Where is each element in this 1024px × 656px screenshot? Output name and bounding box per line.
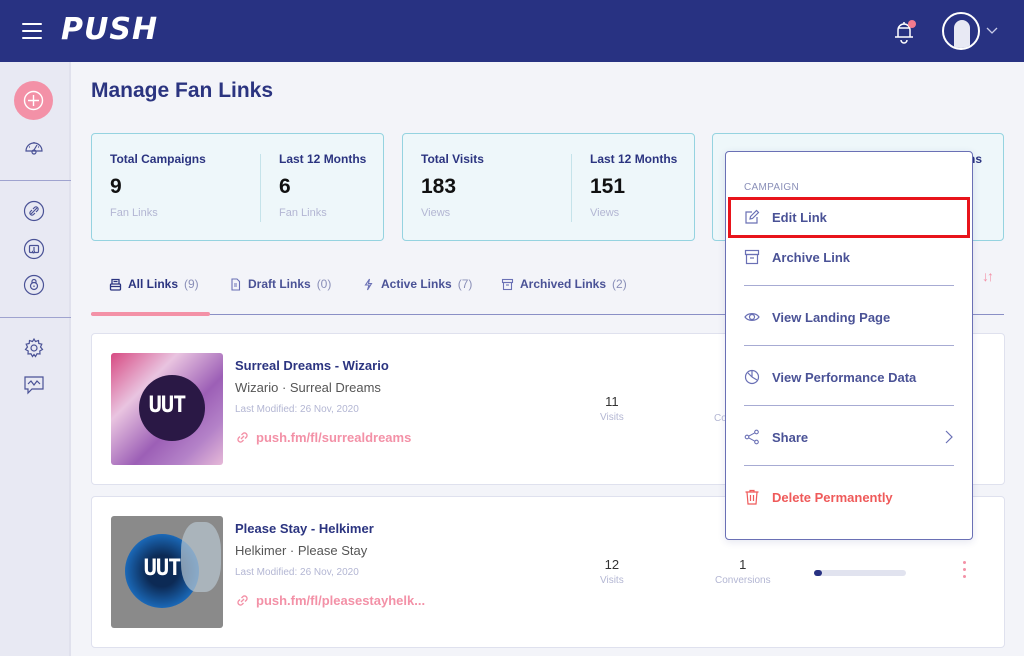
trash-icon: [745, 489, 759, 505]
chevron-right-icon: [945, 430, 953, 444]
edit-icon: [745, 209, 760, 224]
sort-icon[interactable]: ↓↑: [982, 268, 994, 284]
stat-label: Last 12 Months: [279, 152, 367, 166]
menu-item-delete-permanently[interactable]: Delete Permanently: [726, 478, 972, 516]
short-url-link[interactable]: push.fm/fl/surrealdreams: [235, 430, 411, 445]
sidebar: [0, 62, 71, 656]
tab-label: All Links: [128, 277, 179, 291]
conversions-metric: 1 Conversions: [715, 557, 771, 586]
pie-chart-icon: [744, 369, 760, 385]
link-title[interactable]: Surreal Dreams - Wizario: [235, 358, 389, 373]
stat-divider: [260, 154, 261, 222]
link-subtitle: Wizario · Surreal Dreams: [235, 380, 381, 395]
stat-label: Last 12 Months: [590, 152, 678, 166]
stat-unit: Views: [590, 207, 620, 219]
stat-unit: Views: [421, 207, 451, 219]
menu-divider: [744, 285, 954, 286]
link-icon: [237, 595, 248, 606]
link-icon: [237, 432, 248, 443]
tab-count: (0): [316, 277, 332, 291]
visits-metric: 11 Visits: [600, 394, 624, 423]
menu-item-view-performance-data[interactable]: View Performance Data: [726, 358, 972, 396]
inbox-icon: [109, 278, 122, 291]
conversion-rate-fill: [814, 570, 822, 576]
more-options-button[interactable]: [960, 561, 968, 583]
menu-divider: [744, 345, 954, 346]
tab-count: (2): [612, 277, 627, 291]
user-avatar[interactable]: [942, 12, 980, 50]
create-button[interactable]: [14, 81, 53, 120]
menu-divider: [744, 465, 954, 466]
folder-music-icon[interactable]: [23, 238, 45, 260]
notification-badge: [908, 20, 916, 28]
tab-label: Draft Links: [248, 277, 311, 291]
tab-active-links[interactable]: Active Links (7): [362, 277, 472, 291]
tab-label: Active Links: [381, 277, 452, 291]
album-cover-image: UUT: [111, 353, 223, 465]
tab-archived-links[interactable]: Archived Links (2): [501, 277, 627, 291]
settings-gear-icon[interactable]: [23, 337, 45, 359]
campaign-context-menu: CAMPAIGN Edit Link Archive Link View Lan…: [725, 151, 973, 540]
active-tab-indicator: [91, 312, 210, 316]
menu-divider: [744, 405, 954, 406]
tab-draft-links[interactable]: Draft Links (0): [229, 277, 331, 291]
menu-item-archive-link[interactable]: Archive Link: [726, 238, 972, 276]
tab-count: (7): [457, 277, 473, 291]
tab-count: (9): [184, 277, 199, 291]
link-icon[interactable]: [23, 200, 45, 222]
menu-section-header: CAMPAIGN: [744, 182, 799, 193]
eye-icon: [744, 313, 760, 321]
stat-label: Total Visits: [421, 152, 484, 166]
lock-icon[interactable]: [23, 274, 45, 296]
tab-all-links[interactable]: All Links (9): [109, 277, 199, 291]
stat-value: 183: [421, 175, 457, 198]
sidebar-divider: [0, 180, 71, 181]
stat-divider: [571, 154, 572, 222]
link-subtitle: Helkimer · Please Stay: [235, 543, 368, 558]
last-modified: Last Modified: 26 Nov, 2020: [235, 404, 359, 415]
document-icon: [231, 277, 241, 291]
lightning-icon: [364, 278, 373, 290]
plus-circle-icon: [23, 90, 44, 111]
app-logo[interactable]: PUSH: [61, 12, 158, 47]
stat-unit: Fan Links: [110, 207, 158, 219]
stat-unit: Fan Links: [279, 207, 327, 219]
visits-metric: 12 Visits: [600, 557, 624, 586]
short-url-link[interactable]: push.fm/fl/pleasestayhelk...: [235, 593, 425, 608]
chevron-down-icon[interactable]: [986, 24, 998, 36]
album-cover-image: UUT: [111, 516, 223, 628]
tab-label: Archived Links: [520, 277, 607, 291]
last-modified: Last Modified: 26 Nov, 2020: [235, 567, 359, 578]
menu-item-view-landing-page[interactable]: View Landing Page: [726, 298, 972, 336]
feedback-chat-icon[interactable]: [23, 374, 45, 396]
share-icon: [744, 429, 759, 445]
stat-card-visits: Total Visits 183 Views Last 12 Months 15…: [402, 133, 695, 241]
dashboard-gauge-icon[interactable]: [23, 136, 45, 158]
menu-item-edit-link[interactable]: Edit Link: [726, 198, 972, 236]
conversion-rate-bar: [814, 570, 906, 576]
stat-value: 9: [110, 175, 122, 198]
stat-value: 6: [279, 175, 291, 198]
archive-icon: [501, 278, 514, 290]
menu-item-share[interactable]: Share: [726, 418, 972, 456]
stat-value: 151: [590, 175, 626, 198]
archive-icon: [744, 249, 760, 265]
page-title: Manage Fan Links: [91, 79, 274, 102]
hamburger-menu-icon[interactable]: [22, 23, 42, 39]
stat-label: Total Campaigns: [110, 152, 206, 166]
link-title[interactable]: Please Stay - Helkimer: [235, 521, 374, 536]
top-bar: PUSH: [0, 0, 1024, 62]
sidebar-divider: [0, 317, 71, 318]
scrollbar-track[interactable]: [1008, 62, 1024, 656]
stat-card-campaigns: Total Campaigns 9 Fan Links Last 12 Mont…: [91, 133, 384, 241]
